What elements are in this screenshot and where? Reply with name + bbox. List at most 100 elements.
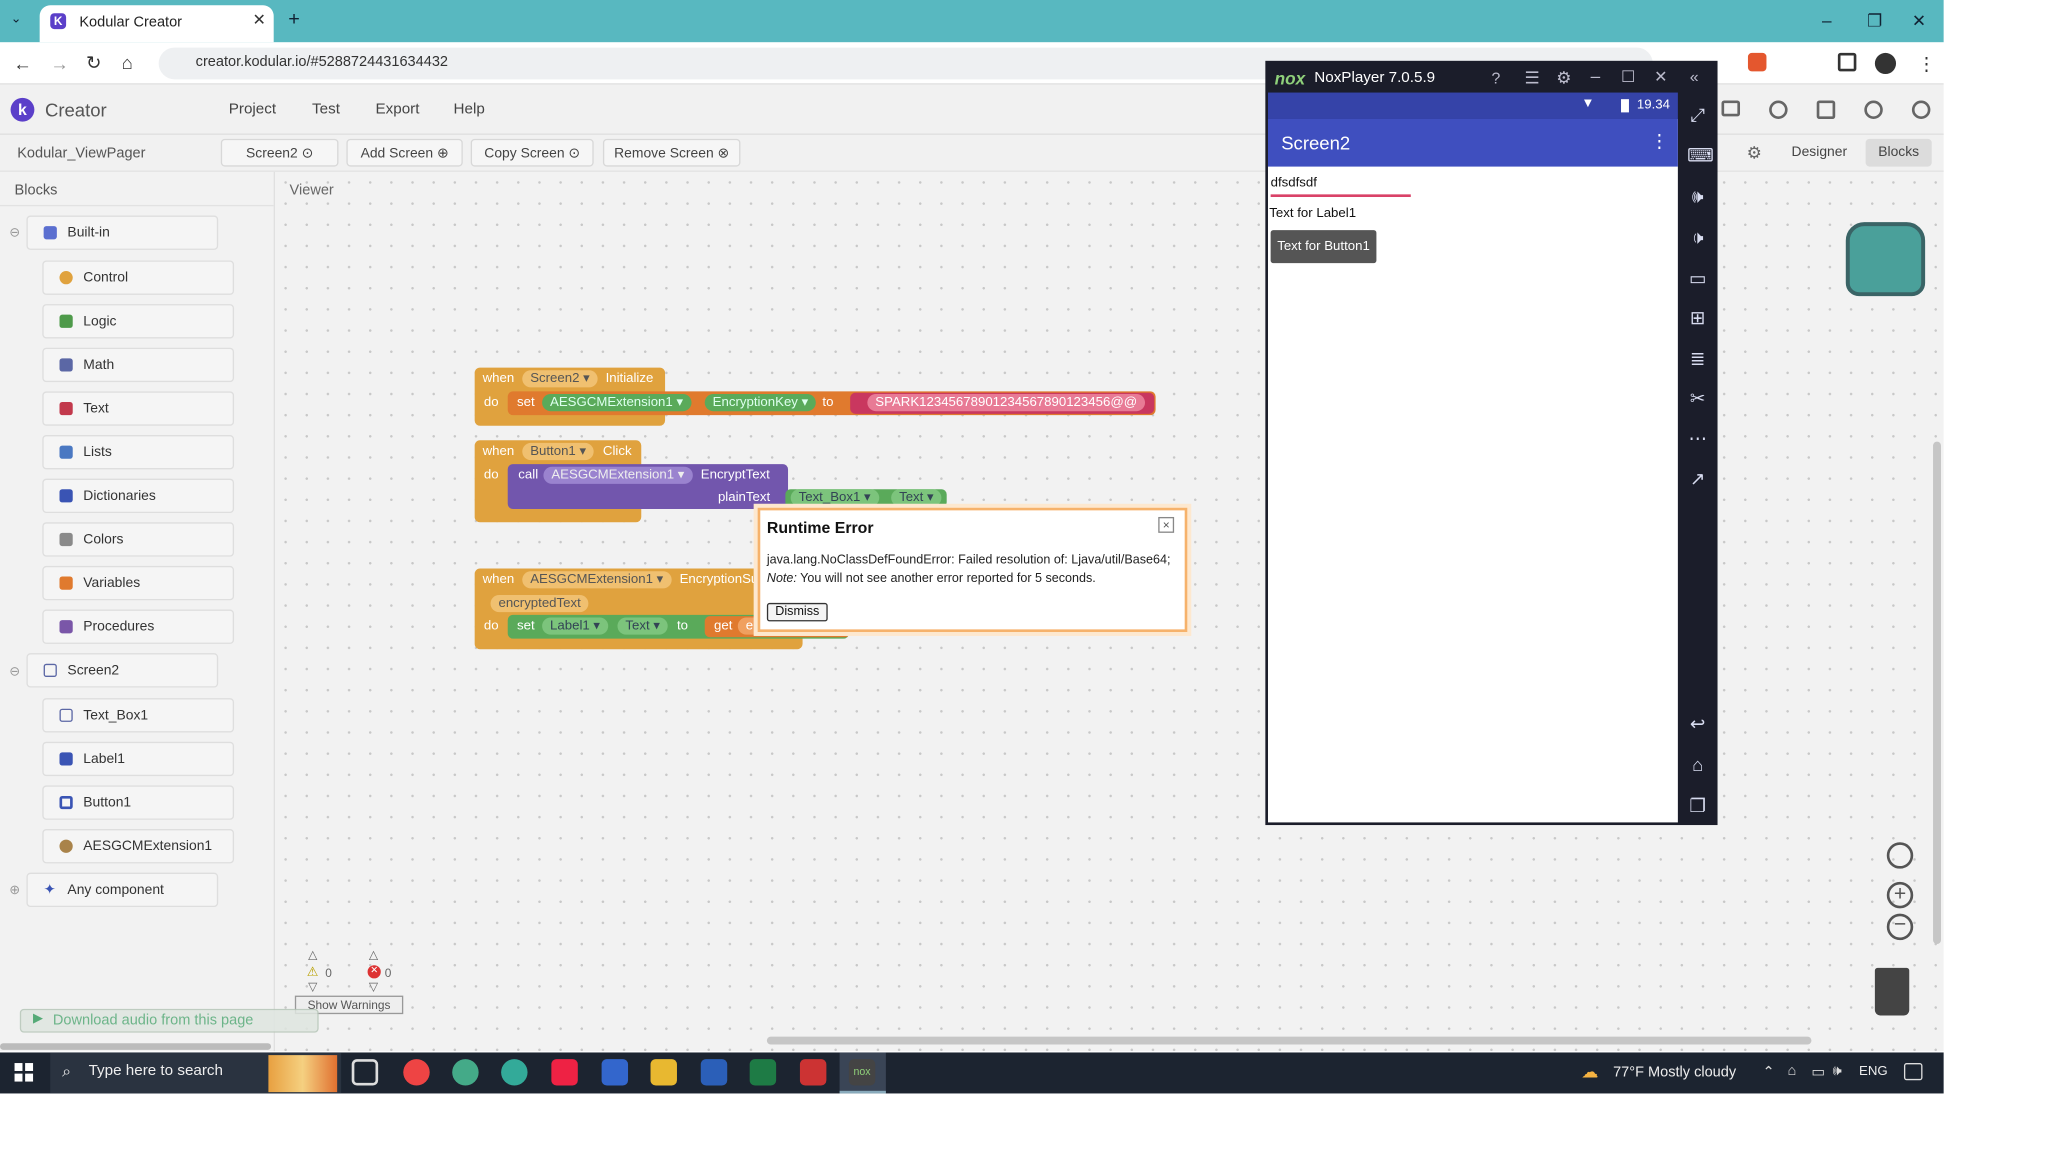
string-value[interactable]: SPARK12345678901234567890123456@@ (867, 394, 1146, 412)
forward-icon[interactable]: → (50, 53, 69, 74)
screen-selector[interactable]: Screen2 ⊙ (220, 138, 339, 167)
task-view-icon[interactable] (351, 1059, 379, 1086)
component-label1[interactable]: Label1 (42, 741, 235, 777)
nox-collapse-icon[interactable]: « (1690, 67, 1699, 86)
designer-button[interactable]: Designer (1778, 138, 1861, 167)
drawer-text[interactable]: Text (42, 391, 235, 426)
drawer-logic[interactable]: Logic (42, 304, 235, 339)
tray-chevron-icon[interactable]: ⌃ (1762, 1063, 1774, 1080)
reload-icon[interactable]: ↻ (86, 52, 102, 74)
event-parameter[interactable]: encryptedText (490, 594, 589, 613)
chrome-icon[interactable] (403, 1059, 430, 1086)
component-text-box1[interactable]: Text_Box1 (42, 698, 235, 733)
tray-volume-icon[interactable]: 🕪 (1833, 1063, 1842, 1080)
side-panel-icon[interactable] (1837, 52, 1857, 72)
property-dropdown[interactable]: EncryptionKey ▾ (704, 394, 817, 412)
kodular-logo-icon[interactable]: k (10, 97, 35, 122)
nox-more-icon[interactable]: ⋯ (1687, 427, 1708, 448)
windows-start-icon[interactable] (14, 1063, 34, 1082)
chrome-profile-icon[interactable] (452, 1059, 479, 1086)
zoom-in-icon[interactable]: + (1886, 881, 1914, 909)
copy-screen-button[interactable]: Copy Screen ⊙ (470, 138, 594, 167)
error-up-arrow-icon[interactable]: △ (369, 948, 378, 963)
component-dropdown[interactable]: Screen2 ▾ (522, 370, 598, 388)
collapse-screen-icon[interactable]: ⊖ (9, 665, 20, 680)
nox-keyboard-icon[interactable]: ⌨ (1687, 144, 1714, 165)
tree-any-component[interactable]: ✦ Any component (26, 872, 219, 908)
target-dropdown[interactable]: Label1 ▾ (542, 617, 609, 635)
recorder-icon[interactable] (799, 1059, 827, 1086)
error-down-arrow-icon[interactable]: ▽ (369, 980, 378, 995)
menu-export[interactable]: Export (376, 102, 420, 118)
file-explorer-icon[interactable] (650, 1059, 677, 1086)
expand-any-icon[interactable]: ⊕ (9, 883, 20, 898)
menu-project[interactable]: Project (229, 102, 276, 118)
nox-scissors-icon[interactable]: ✂ (1687, 387, 1708, 408)
excel-icon[interactable] (749, 1059, 777, 1086)
close-window-icon[interactable]: ✕ (1912, 11, 1926, 32)
drawer-procedures[interactable]: Procedures (42, 609, 235, 644)
library-icon[interactable] (1816, 100, 1836, 119)
component-button1[interactable]: Button1 (42, 785, 235, 820)
collapse-builtin-icon[interactable]: ⊖ (9, 226, 20, 241)
extension-icon[interactable] (1747, 52, 1767, 72)
nox-minimize-icon[interactable]: – (1591, 66, 1601, 86)
nox-recents-icon[interactable]: ❐ (1687, 795, 1708, 816)
drawer-dictionaries[interactable]: Dictionaries (42, 478, 235, 514)
nox-settings-icon[interactable]: ⚙ (1556, 67, 1571, 88)
component-dropdown[interactable]: AESGCMExtension1 ▾ (522, 571, 672, 589)
nox-menu-icon[interactable]: ☰ (1524, 67, 1539, 88)
nox-help-icon[interactable]: ? (1491, 69, 1500, 88)
weather-text[interactable]: 77°F Mostly cloudy (1613, 1064, 1736, 1080)
nox-screen-icon[interactable]: ▭ (1687, 267, 1708, 288)
viewer-vertical-scrollbar[interactable] (1933, 441, 1941, 945)
android-textbox[interactable]: dfsdfsdf (1270, 176, 1411, 198)
edge-icon[interactable] (501, 1059, 528, 1086)
minimize-icon[interactable]: – (1822, 11, 1832, 31)
settings-gear-icon[interactable]: ⚙ (1747, 143, 1762, 164)
nox-volume-up-icon[interactable]: 🕪 (1687, 185, 1708, 206)
nox-close-icon[interactable]: ✕ (1654, 67, 1667, 86)
palette-icon[interactable] (1769, 100, 1788, 119)
tree-screen2[interactable]: Screen2 (26, 653, 219, 688)
acrobat-icon[interactable] (551, 1059, 578, 1086)
android-button[interactable]: Text for Button1 (1270, 230, 1377, 264)
nox-external-icon[interactable]: ↗ (1687, 468, 1708, 489)
language-indicator[interactable]: ENG (1859, 1064, 1888, 1079)
nox-maximize-icon[interactable]: ☐ (1621, 67, 1635, 86)
notification-icon[interactable] (1903, 1063, 1923, 1081)
viewer-horizontal-scrollbar[interactable] (766, 1036, 1812, 1045)
component-aesgcmextension1[interactable]: AESGCMExtension1 (42, 829, 235, 864)
back-icon[interactable]: ← (13, 53, 32, 74)
tab-search-icon[interactable]: ⌄ (11, 12, 22, 27)
account-icon[interactable] (1911, 100, 1931, 119)
download-audio-bar[interactable]: Download audio from this page (19, 1008, 319, 1033)
target-dropdown[interactable]: AESGCMExtension1 ▾ (542, 394, 692, 412)
component-dropdown[interactable]: Button1 ▾ (522, 442, 595, 461)
nox-apk-icon[interactable]: ⊞ (1687, 307, 1708, 328)
blocks-button[interactable]: Blocks (1865, 138, 1932, 167)
folder-icon[interactable] (1721, 100, 1741, 117)
tray-display-icon[interactable]: ▭ (1811, 1063, 1825, 1080)
sidebar-scrollbar[interactable] (0, 1043, 272, 1050)
browser-tab[interactable]: Kodular Creator (39, 5, 274, 43)
nox-back-icon[interactable]: ↩ (1687, 713, 1708, 734)
close-tab-icon[interactable]: ✕ (253, 11, 266, 30)
overflow-menu-icon[interactable]: ⋮ (1650, 130, 1669, 152)
backpack-icon[interactable] (1845, 222, 1926, 297)
drawer-math[interactable]: Math (42, 347, 235, 383)
remove-screen-button[interactable]: Remove Screen ⊗ (602, 138, 741, 167)
property-dropdown[interactable]: Text ▾ (891, 489, 942, 507)
nox-fullscreen-icon[interactable]: ⤢ (1687, 104, 1708, 125)
word-icon[interactable] (700, 1059, 728, 1086)
property-dropdown[interactable]: Text ▾ (617, 617, 668, 635)
drawer-lists[interactable]: Lists (42, 435, 235, 470)
zoom-out-icon[interactable]: − (1886, 913, 1914, 941)
tray-network-icon[interactable]: ⌂ (1788, 1063, 1797, 1079)
drawer-control[interactable]: Control (42, 260, 235, 295)
nox-volume-down-icon[interactable]: 🕩 (1687, 226, 1708, 247)
trash-icon[interactable] (1874, 967, 1910, 1016)
nox-multi-instance-icon[interactable]: ≣ (1687, 348, 1708, 369)
browser-menu-icon[interactable]: ⋮ (1917, 53, 1936, 75)
warning-up-arrow-icon[interactable]: △ (308, 948, 317, 963)
